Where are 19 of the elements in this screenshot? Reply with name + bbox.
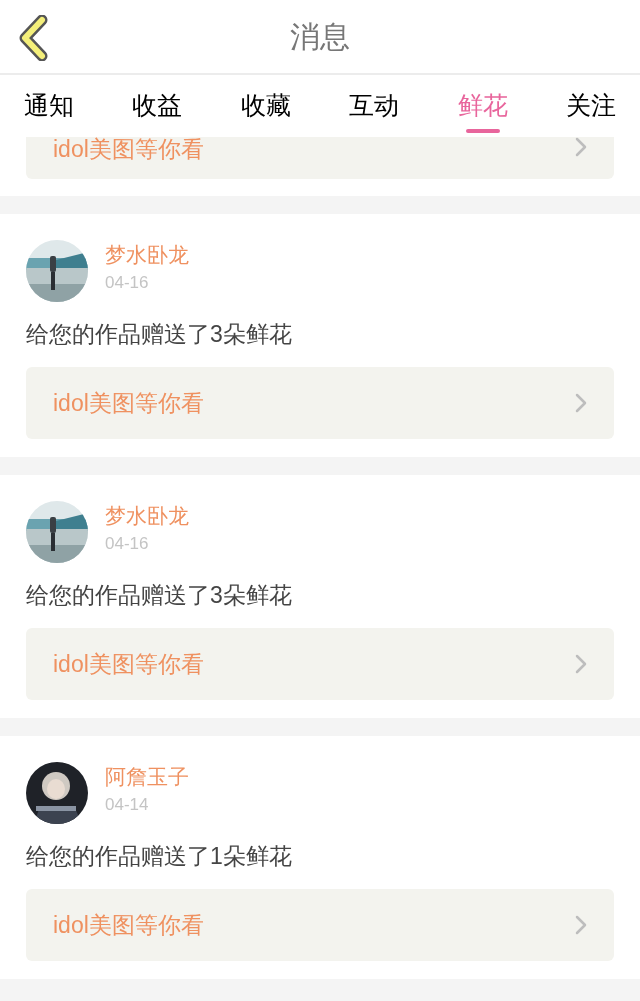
user-name: 梦水卧龙 <box>105 242 189 268</box>
chevron-right-icon <box>575 654 587 674</box>
message-text: 给您的作品赠送了1朵鲜花 <box>26 842 293 871</box>
chevron-right-icon <box>575 393 587 413</box>
user-name: 阿詹玉子 <box>105 764 189 790</box>
tab[interactable]: 收藏 <box>240 75 291 137</box>
message-date: 04-14 <box>105 794 150 816</box>
chevron-right-icon <box>575 137 587 157</box>
chevron-right-icon <box>575 915 587 935</box>
tab[interactable]: 通知 <box>24 75 74 137</box>
tab[interactable]: 互动 <box>349 75 400 137</box>
page-title: 消息 <box>290 19 350 55</box>
message-text: 给您的作品赠送了3朵鲜花 <box>26 581 293 610</box>
tab[interactable]: 收益 <box>132 75 183 137</box>
message-date: 04-16 <box>105 533 150 555</box>
message-date: 04-16 <box>105 272 150 294</box>
tab[interactable]: 关注 <box>565 75 616 137</box>
user-name: 梦水卧龙 <box>105 503 189 529</box>
message-text: 给您的作品赠送了3朵鲜花 <box>26 320 293 349</box>
